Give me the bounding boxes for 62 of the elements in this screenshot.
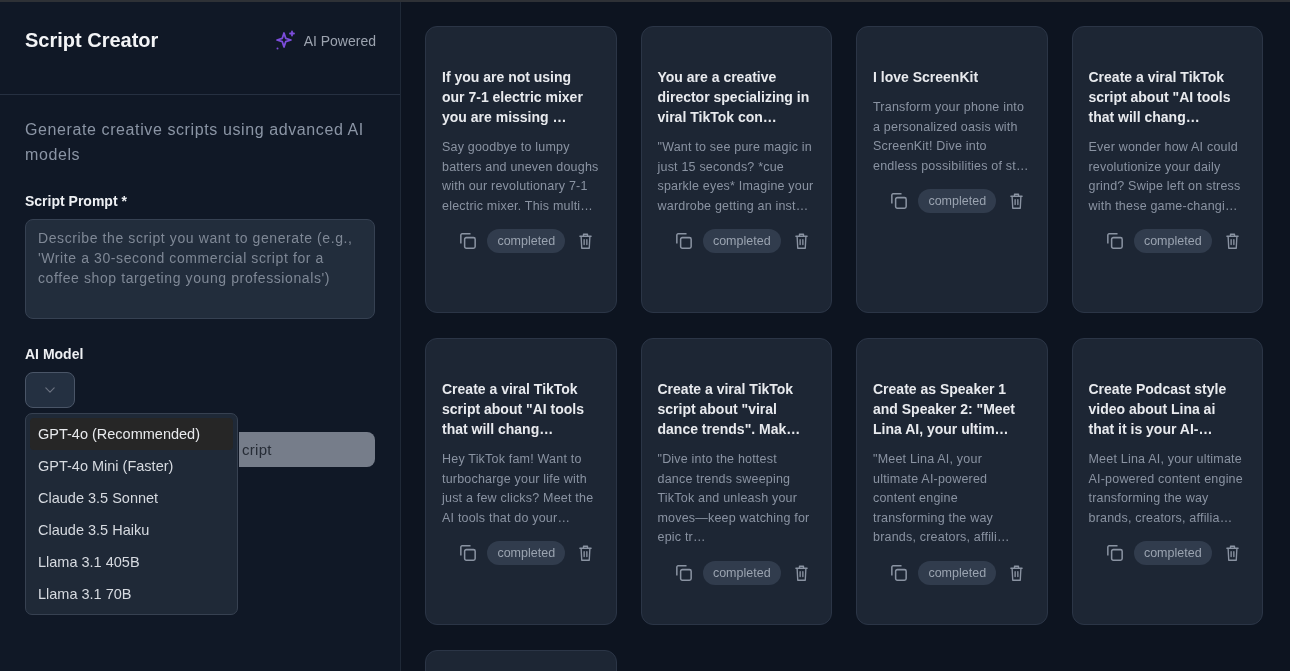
model-option[interactable]: GPT-4o (Recommended) [30,418,233,450]
copy-icon[interactable] [1106,233,1123,249]
script-card[interactable]: Create a viral TikTok script about "viral dance trends". Mak… "Dive into the hottest dance trends sweeping TikTok and unleash your moves—keep watching for epic tr… completed [640,338,832,625]
card-excerpt: Say goodbye to lumpy batters and uneven doughs with our revolutionary 7-1 electric mixer. This multi… [442,139,599,215]
ai-powered-label: AI Powered [303,31,376,51]
card-title: I love ScreenKit [873,68,980,87]
status-badge: completed [487,229,566,253]
card-title: Create a viral TikTok script about "AI tools that will chang… [442,380,585,439]
script-card[interactable]: Create Podcast style video about Lina ai that it is your AI-… Meet Lina AI, your ultimate AI-powered content engine transforming the way brands, creators, affilia… completed [1071,338,1263,625]
card-excerpt: "Want to see pure magic in just 15 seconds? *cue sparkle eyes* Imagine your wardrobe getting an inst… [657,139,814,215]
model-option[interactable]: Claude 3.5 Haiku [30,514,233,546]
status-badge: completed [918,560,997,585]
script-card[interactable]: I love ScreenKit Transform your phone into a personalized oasis with ScreenKit! Dive into endless possibilities of st… completed [856,26,1048,313]
script-card[interactable]: Create a viral TikTok script about "AI tools that will chang… Ever wonder how AI could revolutionize your daily grind? Swipe left on stress with these game-changi… completed [1071,26,1263,313]
copy-icon[interactable] [1106,545,1123,561]
chevron-icon [45,387,55,393]
trash-icon[interactable] [794,233,808,249]
card-excerpt: "Meet Lina AI, your ultimate AI-powered content engine transforming the way brands, creators, affili… [873,451,1011,546]
app-title: Script Creator [25,28,159,52]
card-title: If you are not using our 7-1 electric mixer you are missing … [442,68,584,127]
status-badge: completed [487,541,566,565]
copy-icon[interactable] [460,233,477,249]
sparkle-icon [274,30,295,51]
trash-icon[interactable] [1225,545,1239,561]
copy-icon[interactable] [891,564,908,581]
trash-icon[interactable] [579,545,593,561]
model-option[interactable]: GPT-4o Mini (Faster) [30,450,233,482]
copy-icon[interactable] [675,233,692,249]
script-card[interactable]: Create as Speaker 1 and Speaker 2: "Meet Lina AI, your ultim… "Meet Lina AI, your ultimate AI-powered content engine transforming the way brands, creators, affili… completed [856,338,1048,625]
trash-icon[interactable] [794,564,808,581]
card-title: You are a creative director specializing in viral TikTok con… [657,68,811,127]
trash-icon[interactable] [1010,193,1024,209]
script-card[interactable]: If you are not using our 7-1 electric mixer you are missing … Say goodbye to lumpy batters and uneven doughs with our revolutionary 7-1 electric mixer. This multi… completed [425,26,617,313]
script-card[interactable]: Create a viral TikTok script about "AI tools that will chang… Hey TikTok fam! Want to turbocharge your life with just a few clicks? Meet the AI tools that do your… completed [425,338,617,625]
status-badge: completed [702,229,781,253]
copy-icon[interactable] [675,564,692,581]
status-badge: completed [1133,229,1212,253]
trash-icon[interactable] [1225,233,1239,249]
copy-icon[interactable] [891,193,908,209]
card-title: Create a viral TikTok script about "viral dance trends". Mak… [657,380,802,439]
status-badge: completed [702,560,781,585]
model-option[interactable]: Claude 3.5 Sonnet [30,482,233,514]
description-text: Generate creative scripts using advanced AI models [25,120,365,165]
trash-icon[interactable] [1010,564,1024,581]
model-option[interactable]: Llama 3.1 405B [30,546,233,578]
card-excerpt: Transform your phone into a personalized oasis with ScreenKit! Dive into endless possibilities of st… [873,99,1030,175]
card-excerpt: Meet Lina AI, your ultimate AI-powered content engine transforming the way brands, creators, affilia… [1088,451,1244,527]
card-excerpt: Hey TikTok fam! Want to turbocharge your life with just a few clicks? Meet the AI tools that do your… [442,451,595,527]
prompt-label: Script Prompt * [25,192,128,211]
card-title: Create a viral TikTok script about "AI tools that will chang… [1088,68,1232,127]
copy-icon[interactable] [460,545,477,561]
model-option[interactable]: Llama 3.1 70B [30,578,233,610]
card-title: Create Podcast style video about Lina ai that it is your AI-… [1088,380,1228,439]
card-excerpt: "Dive into the hottest dance trends sweeping TikTok and unleash your moves—keep watching for epic tr… [657,451,811,546]
trash-icon[interactable] [579,233,593,249]
prompt-field[interactable]: Describe the script you want to generate (e.g., 'Write a 30-second commercial script for a coffee shop targeting young professionals') [25,219,375,319]
script-card[interactable]: You are a creative director specializing in viral TikTok con… "Want to see pure magic in just 15 seconds? *cue sparkle eyes* Imagine your wardrobe getting an inst… completed [640,26,832,313]
card-excerpt: Ever wonder how AI could revolutionize your daily grind? Swipe left on stress with these game-changi… [1088,139,1242,215]
status-badge: completed [1133,541,1212,565]
card-title: Create as Speaker 1 and Speaker 2: "Meet Lina AI, your ultim… [873,380,1017,439]
model-label: AI Model [25,345,85,364]
status-badge: completed [918,189,997,213]
